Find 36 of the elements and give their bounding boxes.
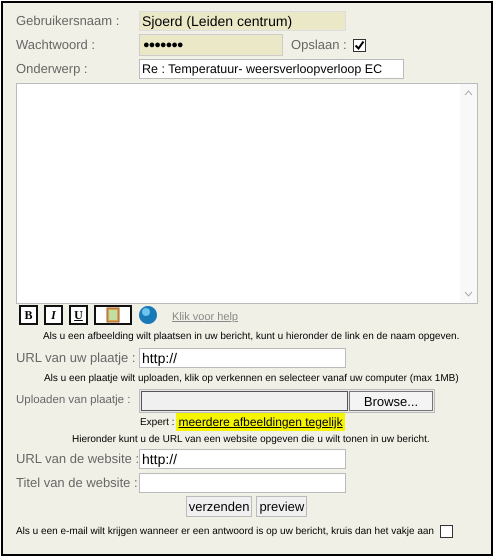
subject-field[interactable]: Re : Temperatuur- weersverloopverloop EC [139,59,404,79]
image-instructions: Als u een afbeelding wilt plaatsen in uw bericht, kunt u hieronder de link en de naam opgeven. [43,330,460,344]
upload-instructions: Als u een plaatje wilt uploaden, klik op verkennen en selecteer vanaf uw computer (max 1MB) [44,372,460,386]
send-button[interactable]: verzenden [186,496,252,517]
insert-image-button[interactable] [94,305,132,325]
italic-button[interactable]: I [44,305,63,325]
field-label: URL van de website : [16,450,139,468]
bold-button[interactable]: B [19,305,38,325]
password-field[interactable]: ●●●●●●● [139,34,283,56]
image-url-field[interactable]: http:// [139,348,346,368]
framed-picture-icon [106,307,120,323]
field-label: URL van uw plaatje : [16,349,136,368]
save-label: Opslaan : [291,36,347,54]
notify-label: Als u een e-mail wilt krijgen wanneer er een antwoord is op uw bericht, kruis dan het vakje aan [16,525,434,539]
username-field[interactable]: Sjoerd (Leiden centrum) [139,11,346,31]
scrollbar[interactable] [460,84,477,303]
field-label: Wachtwoord : [16,36,96,54]
multiple-images-link[interactable]: meerdere afbeeldingen tegelijk [176,413,345,431]
website-instructions: Hieronder kunt u de URL van een website opgeven die u wilt tonen in uw bericht. [72,433,431,447]
preview-button[interactable]: preview [256,496,308,517]
scroll-down-icon[interactable] [464,291,473,297]
insert-link-button[interactable] [138,305,158,325]
field-label: Titel van de website : [16,474,139,492]
checkbox[interactable] [440,525,453,538]
expert-label: Expert : [140,416,174,430]
underline-button[interactable]: U [69,305,88,325]
scroll-up-icon[interactable] [464,90,473,96]
checkbox[interactable] [352,38,366,52]
website-url-field[interactable]: http:// [139,449,346,469]
website-title-field[interactable] [139,473,346,493]
field-label: Uploaden van plaatje : [16,393,132,408]
browse-button[interactable]: Browse... [349,391,433,411]
globe-icon [138,305,158,325]
file-input[interactable]: Browse... [139,389,435,413]
field-label: Gebruikersnaam : [16,12,120,30]
field-label: Onderwerp : [16,60,89,78]
